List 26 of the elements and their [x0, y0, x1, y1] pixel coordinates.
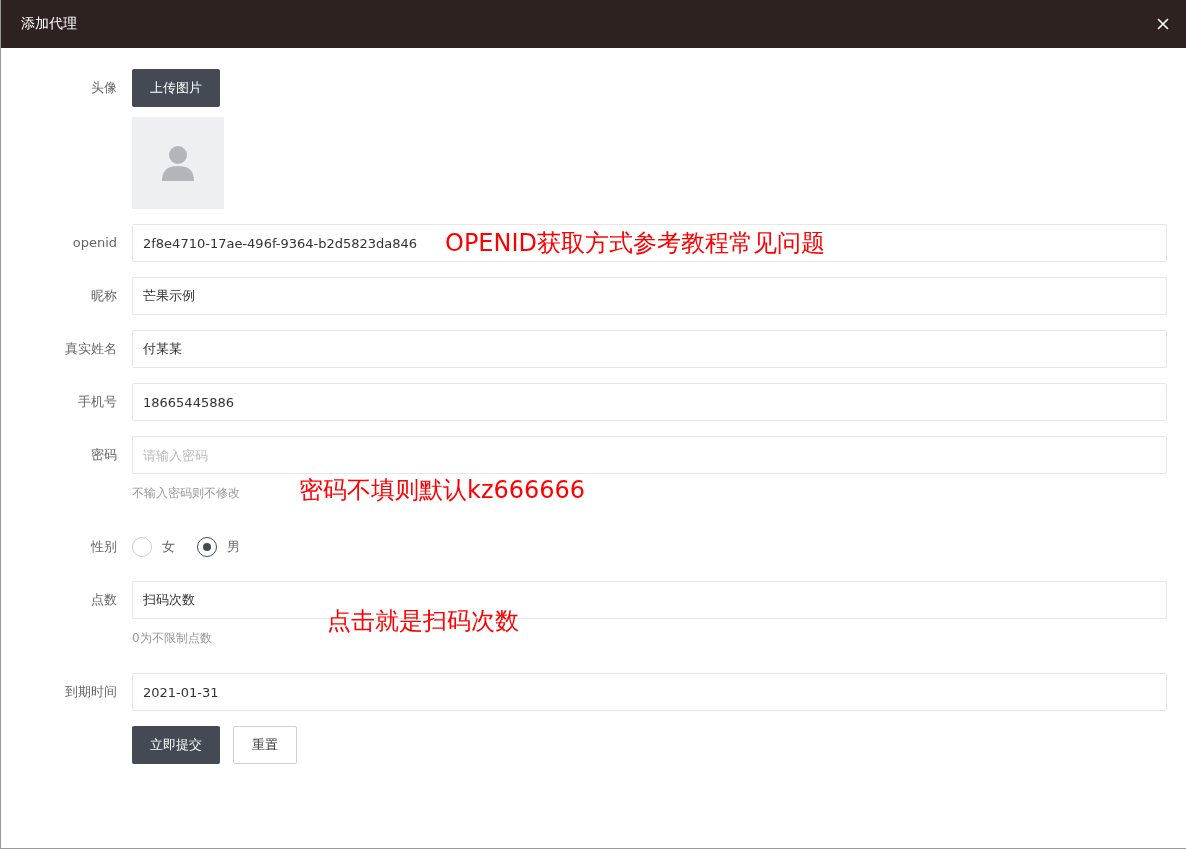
- field-label: 到期时间: [64, 683, 118, 701]
- upload-button[interactable]: 上传图片: [132, 69, 220, 107]
- field-label: 点数: [90, 591, 118, 609]
- field-label: 密码: [90, 446, 118, 464]
- field-label: 头像: [90, 79, 118, 97]
- field-label: openid: [71, 234, 118, 252]
- input-field[interactable]: 请输入密码: [132, 436, 1167, 474]
- input-field[interactable]: 2021-01-31: [132, 673, 1167, 711]
- input-field[interactable]: 付某某: [132, 330, 1167, 368]
- input-field[interactable]: 18665445886: [132, 383, 1167, 421]
- annotation-text: 密码不填则默认kz666666: [299, 475, 586, 505]
- annotation-text: OPENID获取方式参考教程常见问题: [445, 228, 826, 258]
- close-icon[interactable]: [1156, 17, 1170, 31]
- hint-text: 不输入密码则不修改: [132, 485, 240, 502]
- person-icon: [161, 145, 195, 181]
- field-label: 性别: [90, 538, 118, 556]
- input-field[interactable]: 芒果示例: [132, 277, 1167, 315]
- field-label: 真实姓名: [64, 340, 118, 358]
- field-label: 手机号: [77, 393, 118, 411]
- hint-text: 0为不限制点数: [132, 630, 212, 647]
- dialog-title: 添加代理: [21, 15, 77, 33]
- radio-label[interactable]: 女: [162, 538, 175, 556]
- radio-label[interactable]: 男: [227, 538, 240, 556]
- field-label: 昵称: [90, 287, 118, 305]
- reset-button[interactable]: 重置: [233, 726, 297, 764]
- submit-button[interactable]: 立即提交: [132, 726, 220, 764]
